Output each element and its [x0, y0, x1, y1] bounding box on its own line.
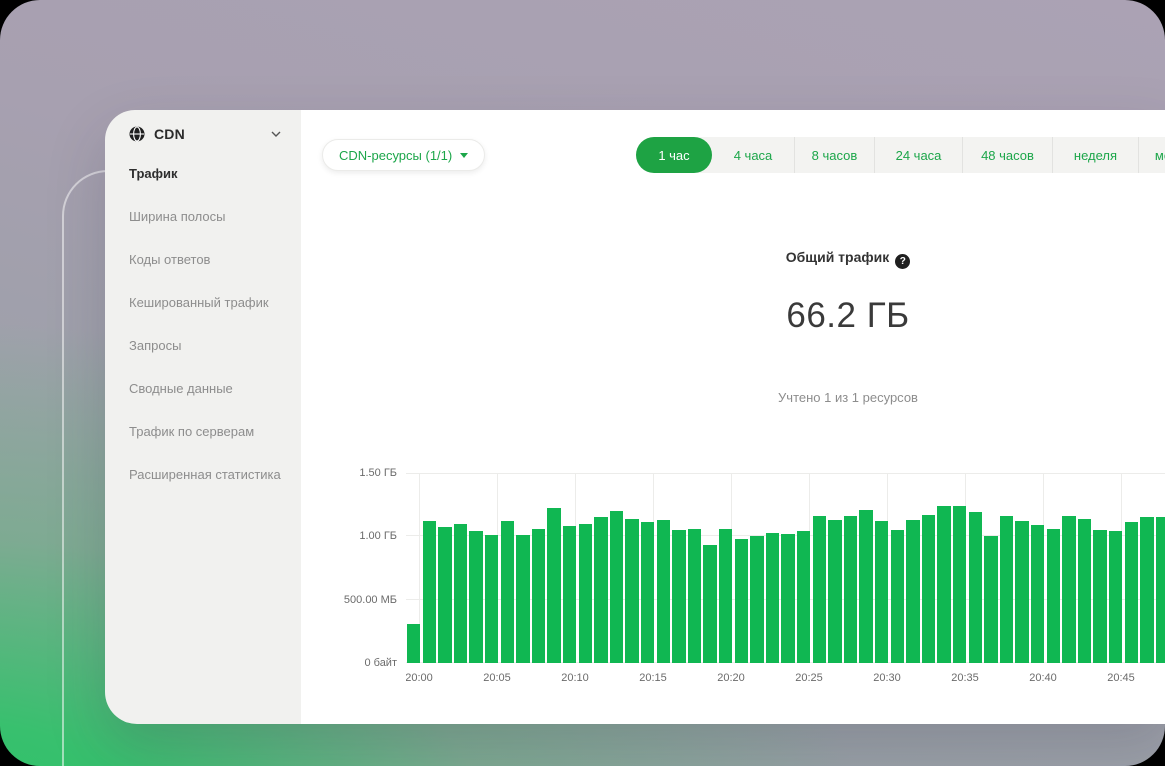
chart-bar[interactable]: [1031, 525, 1044, 663]
content-area: CDN-ресурсы (1/1) 1 час 4 часа 8 часов 2…: [301, 110, 1165, 724]
sidebar-item-response-codes[interactable]: Коды ответов: [105, 238, 301, 281]
chart-bar[interactable]: [922, 515, 935, 663]
x-tick-label: 20:00: [406, 671, 449, 685]
chart-bar[interactable]: [906, 520, 919, 663]
tab-month[interactable]: месяц: [1138, 137, 1165, 173]
chart-bar[interactable]: [1140, 517, 1153, 663]
chart-bar[interactable]: [516, 535, 529, 663]
chart-bar[interactable]: [1047, 529, 1060, 663]
chart-bar[interactable]: [485, 535, 498, 663]
chart-bar[interactable]: [797, 531, 810, 663]
chart-bar[interactable]: [469, 531, 482, 663]
x-tick-label: 20:30: [857, 671, 917, 685]
sidebar-menu: Трафик Ширина полосы Коды ответов Кеширо…: [105, 152, 301, 496]
chart-bar[interactable]: [1093, 530, 1106, 663]
stats-title-row: Общий трафик?: [648, 249, 1048, 269]
chart-bar[interactable]: [454, 524, 467, 663]
y-tick-label: 0 байт: [364, 656, 397, 670]
chart-bar[interactable]: [937, 506, 950, 663]
chart-bar[interactable]: [610, 511, 623, 663]
chart-bar[interactable]: [813, 516, 826, 663]
chart-x-axis: 20:00 20:05 20:10 20:15 20:20 20:25 20:30 20:35…: [406, 671, 1165, 687]
chart-bar[interactable]: [501, 521, 514, 663]
x-tick-label: 20:05: [467, 671, 527, 685]
chart-bar[interactable]: [1000, 516, 1013, 663]
x-tick-label: 20:40: [1013, 671, 1073, 685]
chart-bar[interactable]: [688, 529, 701, 663]
sidebar: CDN Трафик Ширина полосы Коды ответов Ке…: [105, 110, 301, 724]
chart-bar[interactable]: [703, 545, 716, 663]
x-tick-label: 20:20: [701, 671, 761, 685]
sidebar-item-summary-data[interactable]: Сводные данные: [105, 367, 301, 410]
chart-bar[interactable]: [969, 512, 982, 663]
screenshot-canvas: CDN Трафик Ширина полосы Коды ответов Ке…: [0, 0, 1165, 766]
help-icon[interactable]: ?: [895, 254, 910, 269]
sidebar-section-cdn[interactable]: CDN: [105, 110, 301, 142]
y-tick-label: 1.50 ГБ: [359, 466, 397, 480]
chart-bar[interactable]: [407, 624, 420, 663]
chart-bar[interactable]: [579, 524, 592, 663]
sidebar-item-advanced-statistics[interactable]: Расширенная статистика: [105, 453, 301, 496]
resources-counted-note: Учтено 1 из 1 ресурсов: [648, 390, 1048, 405]
x-tick-label: 20:45: [1091, 671, 1151, 685]
chart-bar[interactable]: [1015, 521, 1028, 663]
chart-bar[interactable]: [625, 519, 638, 663]
chart-bar[interactable]: [781, 534, 794, 663]
cdn-resources-dropdown[interactable]: CDN-ресурсы (1/1): [322, 139, 485, 171]
chevron-down-icon: [271, 131, 281, 138]
chart-bar[interactable]: [547, 508, 560, 663]
chart-bar[interactable]: [672, 530, 685, 663]
chart-plot: [406, 473, 1165, 663]
chart-bar[interactable]: [859, 510, 872, 663]
sidebar-item-traffic-by-servers[interactable]: Трафик по серверам: [105, 410, 301, 453]
sidebar-item-requests[interactable]: Запросы: [105, 324, 301, 367]
chart-bar[interactable]: [423, 521, 436, 663]
x-tick-label: 20:10: [545, 671, 605, 685]
y-tick-label: 500.00 МБ: [344, 593, 397, 607]
sidebar-item-bandwidth[interactable]: Ширина полосы: [105, 195, 301, 238]
app-window: CDN Трафик Ширина полосы Коды ответов Ке…: [105, 110, 1165, 724]
globe-icon: [129, 126, 145, 142]
sidebar-item-cached-traffic[interactable]: Кешированный трафик: [105, 281, 301, 324]
stats-title: Общий трафик: [786, 249, 890, 265]
chart-bar[interactable]: [438, 527, 451, 663]
chart-bar[interactable]: [875, 521, 888, 663]
chart-bar[interactable]: [984, 536, 997, 663]
chart-bar[interactable]: [532, 529, 545, 663]
chart-bar[interactable]: [657, 520, 670, 663]
chart-bar[interactable]: [750, 536, 763, 663]
chart-bar[interactable]: [719, 529, 732, 663]
sidebar-section-label: CDN: [154, 126, 185, 142]
chart-bar[interactable]: [844, 516, 857, 663]
chart-bar[interactable]: [1062, 516, 1075, 663]
chart-bar[interactable]: [1156, 517, 1165, 663]
y-tick-label: 1.00 ГБ: [359, 529, 397, 543]
tab-week[interactable]: неделя: [1052, 137, 1138, 173]
chart-bar[interactable]: [735, 539, 748, 663]
chart-bar[interactable]: [1125, 522, 1138, 663]
caret-down-icon: [460, 153, 468, 158]
chart-bar[interactable]: [1078, 519, 1091, 663]
chart-bar[interactable]: [1109, 531, 1122, 663]
cdn-resources-dropdown-label: CDN-ресурсы (1/1): [339, 148, 452, 163]
total-traffic-value: 66.2 ГБ: [648, 296, 1048, 336]
chart-bar[interactable]: [641, 522, 654, 663]
x-tick-label: 20:15: [623, 671, 683, 685]
traffic-summary: Общий трафик? 66.2 ГБ Учтено 1 из 1 ресу…: [648, 110, 1048, 440]
chart-bar[interactable]: [766, 533, 779, 663]
grid-line-horizontal: [406, 473, 1165, 474]
chart-bar[interactable]: [563, 526, 576, 663]
chart-y-axis: 0 байт500.00 МБ1.00 ГБ1.50 ГБ: [301, 473, 397, 663]
chart-bar[interactable]: [828, 520, 841, 663]
chart-bar[interactable]: [953, 506, 966, 663]
chart-bar[interactable]: [891, 530, 904, 663]
x-tick-label: 20:25: [779, 671, 839, 685]
sidebar-item-traffic[interactable]: Трафик: [105, 152, 301, 195]
x-tick-label: 20:35: [935, 671, 995, 685]
chart-bar[interactable]: [594, 517, 607, 663]
